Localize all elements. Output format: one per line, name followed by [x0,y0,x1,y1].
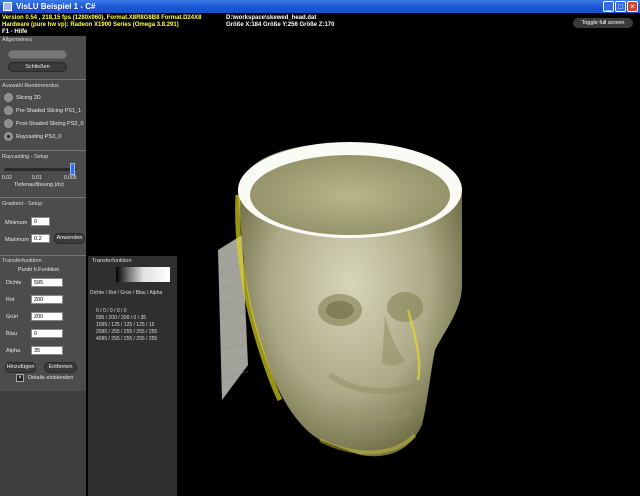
slider-tick-max: 0.005 [64,175,77,181]
radio-label-preshaded: Pre-Shaded Slicing PS1_1 [16,108,82,114]
radio-raycasting[interactable] [4,132,13,141]
app-icon [3,2,12,11]
depth-slider-thumb[interactable] [69,163,75,175]
field-label-red: Rot [6,297,15,303]
radio-slicing-2d[interactable] [4,93,13,102]
alpha-input[interactable]: 35 [31,346,63,355]
tf-row: 0 / 0 / 0 / 0 / 0 [96,308,127,314]
radio-label-postshaded: Post-Shaded Slicing PS2_0 [16,121,84,127]
minimize-icon[interactable]: _ [603,1,614,12]
close-icon[interactable]: × [627,1,638,12]
gradient-max-label: Maximum [5,237,29,243]
close-button[interactable]: Schließen [8,62,67,72]
hud-version: Version 0.54 , 218,15 fps (1280x960), Fo… [2,15,202,21]
raycasting-title: Raycasting - Setup [2,154,49,160]
tf-gradient-preview [116,267,170,282]
red-input[interactable]: 200 [31,295,63,304]
hud-hardware: Hardware (pure hw vp): Radeon X1900 Seri… [2,22,179,28]
hud-help: F1 - Hilfe [2,29,28,35]
slider-tick-mid: 0.01 [32,175,42,181]
tf-header: Dichte / Rot / Grün / Blau / Alpha [90,290,163,296]
depth-resolution-label: Tiefenauflösung (dx) [14,182,64,188]
slider-tick-min: 0.02 [2,175,12,181]
depth-slider-track[interactable] [4,168,76,171]
window-title: VisLU Beispiel 1 - C# [16,2,96,11]
gradient-panel: Gradient - Setup Minimum 0 Maximum 0.2 A… [0,198,86,255]
transfer-function-display: Transferfunktion Dichte / Rot / Grün / B… [88,256,177,496]
field-label-blue: Blau [6,331,18,337]
tf-row: 4095 / 255 / 255 / 255 / 255 [96,336,158,342]
raycasting-panel: Raycasting - Setup 0.02 0.01 0.005 Tiefe… [0,151,86,197]
radio-label-raycasting: Raycasting PS3_0 [16,134,62,140]
transfer-subtitle: Punkt h.Funktion [18,267,60,273]
remove-button[interactable]: Entfernen [44,362,77,373]
gradient-title: Gradient - Setup [2,201,43,207]
maximize-icon[interactable]: □ [615,1,626,12]
hud-size: Größe X:184 Größe Y:256 Größe Z:170 [226,22,335,28]
transfer-panel: Transferfunktion Punkt h.Funktion Dichte… [0,256,86,391]
render-mode-panel: Auswahl Rendermodus Slicing 2D Pre-Shade… [0,80,86,150]
details-checkbox[interactable]: × [16,374,24,382]
blue-input[interactable]: 0 [31,329,63,338]
radio-label-slicing-2d: Slicing 2D [16,95,41,101]
tf-row: 1095 / 125 / 125 / 125 / 15 [96,322,155,328]
hud-file: D:\workspace\skewed_head.dat [226,15,317,21]
density-input[interactable]: 595 [31,278,63,287]
transfer-title: Transferfunktion [2,258,42,264]
blank-button[interactable] [8,50,67,59]
general-panel: Allgemeines Schließen [0,36,86,79]
general-title: Allgemeines [2,37,32,43]
tf-row: 2095 / 255 / 255 / 255 / 255 [96,329,158,335]
render-mode-title: Auswahl Rendermodus [2,83,59,89]
green-input[interactable]: 200 [31,312,63,321]
gradient-min-label: Minimum [5,220,28,226]
gradient-min-input[interactable]: 0 [31,217,50,226]
volume-render-viewport[interactable] [200,135,500,495]
field-label-alpha: Alpha [6,348,21,354]
toggle-fullscreen-button[interactable]: Toggle full screen [573,18,633,28]
field-label-density: Dichte [6,280,22,286]
add-button[interactable]: Hinzufügen [5,362,36,373]
apply-button[interactable]: Anwenden [54,233,85,244]
radio-preshaded[interactable] [4,106,13,115]
gradient-max-input[interactable]: 0.2 [31,234,50,243]
tf-row: 595 / 200 / 200 / 0 / 35 [96,315,147,321]
transfer-panel-lower: × Details einblenden [0,374,86,496]
tf-display-title: Transferfunktion [92,258,132,264]
radio-postshaded[interactable] [4,119,13,128]
window-titlebar: VisLU Beispiel 1 - C# _ □ × [0,0,640,13]
field-label-green: Grün [6,314,19,320]
details-label: Details einblenden [28,375,74,381]
